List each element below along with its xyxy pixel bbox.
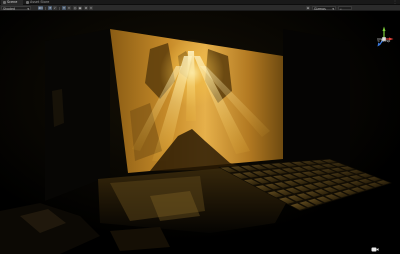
scene-render (0, 11, 400, 254)
toolbar-divider (59, 6, 60, 10)
mode-2d-label: 2D (38, 6, 43, 10)
foreground-debris (110, 227, 170, 251)
mode-2d-toggle[interactable]: 2D (38, 6, 43, 10)
camera-settings-icon[interactable]: ▣ (78, 6, 82, 10)
effects-dropdown-icon[interactable]: ▾ (67, 6, 71, 10)
scene-viewport[interactable]: < Persp (0, 11, 400, 254)
shading-mode-dropdown[interactable]: Shaded ▾ (1, 6, 31, 11)
grid-toggle-icon[interactable]: # (84, 6, 88, 10)
gizmos-icon[interactable]: ⊕ (306, 6, 310, 10)
hidden-objects-icon[interactable]: ◎ (73, 6, 77, 10)
store-icon (26, 1, 29, 4)
y-axis-cone[interactable] (382, 26, 386, 32)
toolbar-divider (45, 6, 46, 10)
effects-toggle-icon[interactable]: ✦ (62, 6, 66, 10)
orientation-gizmo[interactable] (372, 25, 396, 51)
gizmos-dropdown[interactable]: Gizmos ▾ (312, 6, 336, 11)
right-wall (283, 29, 350, 181)
hash-icon (3, 1, 6, 4)
grid-dropdown-icon[interactable]: ▾ (89, 6, 93, 10)
projection-label[interactable]: < Persp (377, 39, 390, 43)
unity-editor-window: Scene Asset Store ⋮ Shaded ▾ 2D ☀ ♪ ✦ ▾ … (0, 0, 400, 254)
lighting-toggle-icon[interactable]: ☀ (48, 6, 52, 10)
search-field[interactable]: ⌕ (338, 6, 352, 11)
wall-panel (52, 89, 64, 127)
camera-preview-icon[interactable] (371, 247, 379, 252)
audio-toggle-icon[interactable]: ♪ (53, 6, 57, 10)
